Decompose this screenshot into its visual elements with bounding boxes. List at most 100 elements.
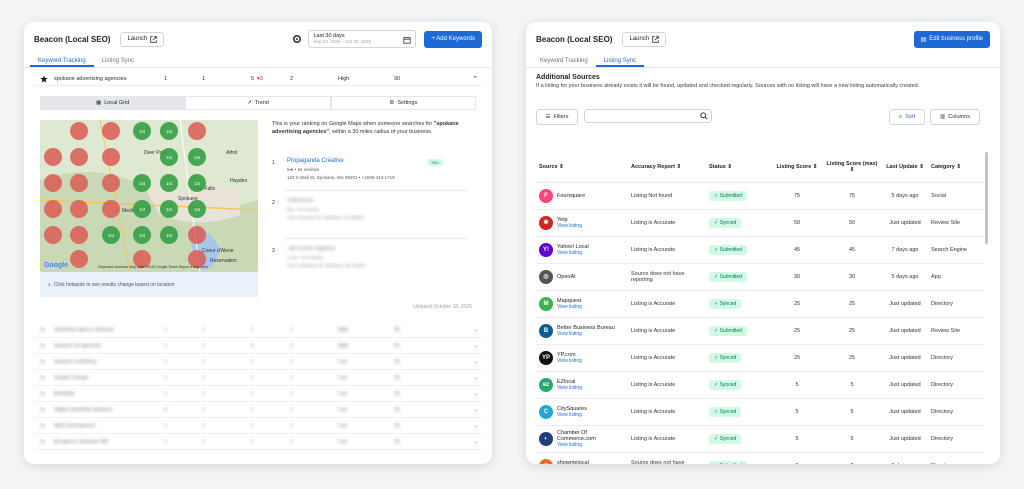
map-hotspot[interactable]	[44, 148, 62, 166]
view-listing-link[interactable]: View listing	[557, 412, 587, 418]
tab-keyword-tracking[interactable]: Keyword Tracking	[30, 56, 94, 67]
map-hotspot[interactable]	[188, 122, 206, 140]
table-row[interactable]: ◎ OpenAI Source does not have reporting …	[536, 263, 984, 291]
keyword-row[interactable]: ★ Branding 1 1 1 1 Low 30 ⌄	[34, 386, 482, 402]
map-hotspot[interactable]	[70, 122, 88, 140]
map-hotspot[interactable]: 1st	[160, 148, 178, 166]
launch-button[interactable]: Launch	[120, 31, 165, 47]
launch-label: Launch	[629, 36, 650, 42]
map-hotspot[interactable]: 1st	[160, 122, 178, 140]
keyword-row[interactable]: ★ Graphic Design 1 1 1 1 Low 30 ⌄	[34, 370, 482, 386]
gear-icon[interactable]	[292, 34, 302, 44]
view-listing-link[interactable]: View listing	[557, 250, 589, 256]
map-hotspot[interactable]: 1st	[133, 200, 151, 218]
result-item[interactable]: 3 Tall Grass Agency 4.9★ • 18 reviews 15…	[272, 246, 472, 276]
map-hotspot[interactable]	[102, 148, 120, 166]
map-hotspot[interactable]	[44, 226, 62, 244]
chevron-down-icon[interactable]: ⌄	[474, 327, 478, 333]
result-name-link[interactable]: Tall Grass Agency	[287, 246, 335, 252]
local-grid-map[interactable]: Deer Park Athol Hayden Post Falls Medica…	[40, 120, 258, 272]
tab-keyword-tracking[interactable]: Keyword Tracking	[532, 56, 596, 67]
tab-listing-sync[interactable]: Listing Sync	[595, 56, 645, 67]
col-category[interactable]: Category ⇕	[928, 152, 984, 183]
chevron-down-icon[interactable]: ⌄	[474, 391, 478, 397]
columns-button[interactable]: ▥ Columns	[930, 109, 980, 125]
table-row[interactable]: M Mapquest View listing Listing is Accura…	[536, 290, 984, 318]
table-row[interactable]: F Foursquare Listing Not found ✓ Submitt…	[536, 182, 984, 210]
chevron-up-icon[interactable]: ⌃	[472, 75, 478, 83]
chevron-down-icon[interactable]: ⌄	[474, 439, 478, 445]
chevron-down-icon[interactable]: ⌄	[474, 343, 478, 349]
map-hotspot[interactable]: 1st	[188, 200, 206, 218]
map-hotspot[interactable]	[70, 148, 88, 166]
table-row[interactable]: YP YP.com View listing Listing is Accurat…	[536, 344, 984, 372]
chevron-down-icon[interactable]: ⌄	[474, 375, 478, 381]
edit-business-profile-button[interactable]: ▤ Edit business profile	[913, 30, 990, 48]
table-row[interactable]: ez EZlocal View listing Listing is Accura…	[536, 371, 984, 399]
sort-button[interactable]: ≡ Sort	[889, 109, 925, 125]
filters-button[interactable]: ☰ Filters	[536, 109, 578, 125]
map-hotspot[interactable]	[70, 200, 88, 218]
map-hotspot[interactable]	[70, 250, 88, 268]
table-row[interactable]: ◐ Chamber Of Commerce.com View listing Li…	[536, 425, 984, 453]
add-keywords-button[interactable]: + Add Keywords	[424, 30, 482, 48]
map-hotspot[interactable]: 1st	[188, 174, 206, 192]
view-listing-link[interactable]: View listing	[557, 331, 615, 337]
map-hotspot[interactable]	[44, 200, 62, 218]
tab-trend[interactable]: ↗ Trend	[185, 96, 331, 110]
table-row[interactable]: ◉ showmelocalView listing Source does no…	[536, 452, 984, 464]
tab-listing-sync[interactable]: Listing Sync	[94, 56, 142, 67]
map-hotspot[interactable]	[70, 174, 88, 192]
map-hotspot[interactable]	[102, 200, 120, 218]
map-hotspot[interactable]	[44, 174, 62, 192]
view-listing-link[interactable]: View listing	[557, 304, 582, 310]
result-item[interactable]: 2 Oblivision 5★ • 42 reviews 721 N Monro…	[272, 198, 472, 228]
table-row[interactable]: B Better Business Bureau View listing Lis…	[536, 317, 984, 345]
view-listing-link[interactable]: View listing	[557, 442, 625, 448]
col-source[interactable]: Source ⇕	[536, 152, 628, 183]
col-accuracy[interactable]: Accuracy Report ⇕	[628, 152, 706, 183]
launch-button[interactable]: Launch	[622, 31, 667, 47]
view-listing-link[interactable]: View listing	[557, 385, 582, 391]
col-score[interactable]: Listing Score ⇕	[772, 152, 822, 183]
map-footer-text: Click hotspots to see results change bas…	[53, 281, 175, 288]
map-hotspot[interactable]: 1st	[102, 226, 120, 244]
chevron-down-icon[interactable]: ⌄	[474, 407, 478, 413]
map-hotspot[interactable]: 1st	[188, 148, 206, 166]
keyword-row[interactable]: ★ Digital marketing Spokane 4 1 1 1 Low 30 ⌄	[34, 402, 482, 418]
map-hotspot[interactable]: 1st	[133, 174, 151, 192]
search-input[interactable]	[585, 116, 711, 128]
tab-settings[interactable]: ⚙ Settings	[330, 96, 476, 110]
result-item[interactable]: 1 Propaganda Creative You 5★ • 64 review…	[272, 158, 472, 188]
map-hotspot[interactable]	[102, 174, 120, 192]
col-score-max[interactable]: Listing Score (max) ⇕	[822, 152, 882, 183]
keyword-row[interactable]: ★ spokane marketing 1 1 1 1 Low 30 ⌄	[34, 354, 482, 370]
tab-local-grid[interactable]: ▦ Local Grid	[40, 96, 186, 110]
map-hotspot[interactable]	[188, 226, 206, 244]
keyword-row[interactable]: ★ Web Development 1 1 1 1 Low 30 ⌄	[34, 418, 482, 434]
table-row[interactable]: ✱ Yelp View listing Listing is Accurate ✓…	[536, 209, 984, 237]
date-range-picker[interactable]: Last 30 days Sep 23, 2025 – Oct 23, 2025	[308, 30, 417, 48]
keyword-row-expanded[interactable]: spokane advertising agencies 1 1 5 ▾3 2 …	[34, 72, 482, 86]
result-name-link[interactable]: Oblivision	[287, 198, 313, 204]
keyword-row[interactable]: ★ Ad agency Spokane WA 1 1 1 1 Low 30 ⌄	[34, 434, 482, 450]
table-row[interactable]: C CitySquares View listing Listing is Acc…	[536, 398, 984, 426]
map-hotspot[interactable]	[102, 122, 120, 140]
map-hotspot[interactable]: 1st	[133, 226, 151, 244]
view-listing-link[interactable]: View listing	[557, 358, 582, 364]
keyword-row[interactable]: ★ marketing agency spokane 1 1 1 1 High 90 ⌄	[34, 322, 482, 338]
chevron-down-icon[interactable]: ⌄	[474, 423, 478, 429]
keyword-row[interactable]: ★ spokane ad agencies 1 1 4 2 High 50 ⌄	[34, 338, 482, 354]
col-last-update[interactable]: Last Update ⇕	[882, 152, 928, 183]
result-name-link[interactable]: Propaganda Creative	[287, 158, 344, 164]
map-hotspot[interactable]: 1st	[160, 174, 178, 192]
map-hotspot[interactable]	[70, 226, 88, 244]
map-hotspot[interactable]: 1st	[133, 122, 151, 140]
table-row[interactable]: Y! Yahoo! Local View listing Listing is A…	[536, 236, 984, 264]
col-status[interactable]: Status ⇕	[706, 152, 772, 183]
table-scrollbar[interactable]	[985, 152, 988, 244]
map-hotspot[interactable]: 1st	[160, 226, 178, 244]
chevron-down-icon[interactable]: ⌄	[474, 359, 478, 365]
view-listing-link[interactable]: View listing	[557, 223, 582, 229]
map-hotspot[interactable]: 1st	[160, 200, 178, 218]
